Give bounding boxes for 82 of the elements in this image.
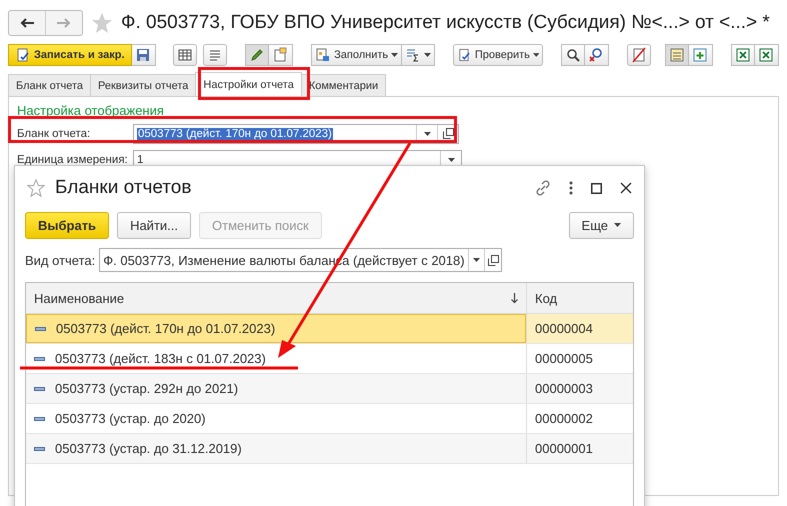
window-title: Ф. 0503773, ГОБУ ВПО Университет искусств (Субсидия) №<...> от <...> * [121,12,770,34]
item-icon [34,446,45,450]
edit-icon [249,47,266,63]
more-button[interactable]: Еще [568,212,634,238]
save-close-button[interactable]: Записать и закр. [8,44,132,66]
save-icon [134,47,151,63]
item-icon [35,326,46,330]
more-icon[interactable] [569,181,573,195]
field-label: Бланк отчета: [17,128,92,140]
text-button[interactable] [203,44,228,66]
edit-button[interactable] [245,44,270,66]
caret-icon [391,53,398,57]
table-cell: 00000001 [526,434,633,463]
item-icon [34,356,45,360]
open-icon [442,128,454,139]
clear-find-button[interactable] [585,44,610,66]
document-check-icon [457,47,472,63]
table-cell: 00000002 [526,404,633,433]
dialog-button[interactable]: Найти... [117,212,191,238]
table-cell: 00000003 [526,374,633,403]
caret-icon [532,53,540,57]
open-icon [488,254,499,266]
table-cell: 0503773 (дейст. 183н с 01.07.2023) [55,351,266,366]
link-icon[interactable] [535,180,551,196]
star-icon[interactable] [91,12,113,34]
table-cell: 0503773 (устар. до 2020) [55,411,206,426]
document-icon [315,47,332,63]
excel-export-button[interactable] [754,44,779,66]
note-button[interactable] [269,44,294,66]
tab[interactable]: Комментарии [300,74,386,96]
right-arrow-icon [57,18,71,28]
excel-icon [734,47,751,63]
add-button[interactable] [689,44,714,66]
column-header[interactable]: Наименование [34,290,124,306]
tab[interactable]: Бланк отчета [8,74,92,96]
find-icon [565,47,582,63]
close-icon[interactable] [620,182,632,194]
dropdown-icon [424,132,430,136]
table-icon [177,47,194,63]
check-button[interactable]: Проверить [453,44,544,66]
no-edit-button[interactable] [627,44,652,66]
dialog-title: Бланки отчетов [55,177,192,199]
find-button[interactable] [561,44,586,66]
table-row[interactable]: 0503773 (устар. 292н до 2021) 00000003 [26,374,633,404]
dropdown-icon [448,158,454,162]
caret-icon [614,223,621,227]
maximize-icon[interactable] [591,182,602,194]
field-value: 0503773 (дейст. 170н до 01.07.2023) [137,128,333,140]
dropdown-icon [472,258,480,262]
form-button[interactable] [665,44,690,66]
sum-button[interactable] [402,44,436,66]
save-button[interactable] [132,44,156,66]
sort-arrow-icon [511,292,518,304]
no-edit-icon [631,47,648,63]
field-label: Вид отчета: [25,252,96,268]
note-icon [272,47,288,63]
form-icon [669,47,686,63]
item-icon [34,386,45,390]
fill-button[interactable]: Заполнить [311,44,402,66]
star-icon[interactable] [27,179,45,197]
tab[interactable]: Реквизиты отчета [90,74,196,96]
table-row[interactable]: 0503773 (дейст. 170н до 01.07.2023) 00000004 [26,314,633,344]
left-arrow-icon [20,18,34,28]
table-cell: 0503773 (дейст. 170н до 01.07.2023) [56,321,276,336]
table-button[interactable] [173,44,198,66]
add-icon [692,47,708,63]
field-value: 1 [137,154,144,166]
table-cell: 00000004 [526,314,633,343]
section-heading: Настройка отображения [17,103,165,118]
field-label: Единица измерения: [17,154,129,166]
item-icon [34,416,45,420]
table-cell: 0503773 (устар. 292н до 2021) [55,381,238,396]
column-header[interactable]: Код [526,283,633,313]
clear-find-icon [588,47,604,63]
excel-button[interactable] [730,44,755,66]
dialog-button[interactable]: Выбрать [25,212,110,238]
table-cell: 00000005 [526,344,633,373]
table-cell: 0503773 (устар. до 31.12.2019) [55,441,242,456]
caret-icon [424,53,432,57]
excel-export-icon [758,47,774,63]
document-check-icon [15,47,31,63]
table-row[interactable]: 0503773 (устар. до 31.12.2019) 00000001 [26,434,633,464]
